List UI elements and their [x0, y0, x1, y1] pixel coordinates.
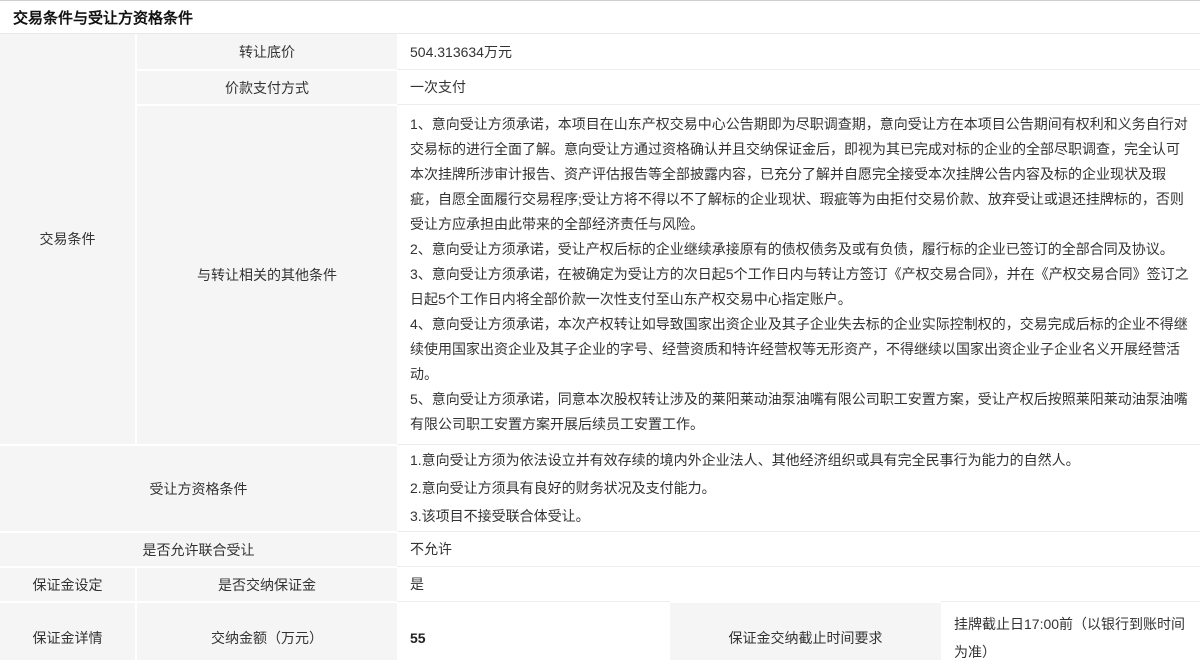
table-row: 受让方资格条件 1.意向受让方须为依法设立并有效存续的境内外企业法人、其他经济组…: [0, 444, 1200, 531]
joint-transfer-label: 是否允许联合受让: [0, 531, 397, 566]
category-trade-conditions: 交易条件: [0, 34, 135, 444]
section-title: 交易条件与受让方资格条件: [0, 1, 1200, 33]
table-row: 与转让相关的其他条件 1、意向受让方须承诺，本项目在山东产权交易中心公告期即为尽…: [0, 104, 1200, 444]
table-row: 保证金设定 是否交纳保证金 是: [0, 566, 1200, 601]
joint-transfer-value: 不允许: [397, 531, 1200, 566]
table-row: 价款支付方式 一次支付: [0, 69, 1200, 104]
deposit-deadline-label: 保证金交纳截止时间要求: [670, 601, 941, 660]
table-row: 是否允许联合受让 不允许: [0, 531, 1200, 566]
floor-price-value: 504.313634万元: [397, 34, 1200, 69]
deposit-amount-label: 交纳金额（万元）: [135, 601, 397, 660]
table-row: 交易条件 转让底价 504.313634万元: [0, 34, 1200, 69]
other-conditions-text: 1、意向受让方须承诺，本项目在山东产权交易中心公告期即为尽职调查期，意向受让方在…: [397, 104, 1200, 444]
table-row: 保证金详情 交纳金额（万元） 55 保证金交纳截止时间要求 挂牌截止日17:00…: [0, 601, 1200, 660]
qualification-text: 1.意向受让方须为依法设立并有效存续的境内外企业法人、其他经济组织或具有完全民事…: [397, 444, 1200, 531]
floor-price-label: 转让底价: [135, 34, 397, 69]
category-deposit-setting: 保证金设定: [0, 566, 135, 601]
deposit-deadline-value: 挂牌截止日17:00前（以银行到账时间为准）: [941, 601, 1200, 660]
qualification-label: 受让方资格条件: [0, 444, 397, 531]
transaction-conditions-panel: 交易条件与受让方资格条件 交易条件 转让底价 504.313634万元 价款支付…: [0, 0, 1200, 660]
conditions-table: 交易条件 转让底价 504.313634万元 价款支付方式 一次支付 与转让相关…: [0, 33, 1200, 660]
deposit-required-value: 是: [397, 566, 1200, 601]
payment-method-label: 价款支付方式: [135, 69, 397, 104]
payment-method-value: 一次支付: [397, 69, 1200, 104]
category-deposit-details: 保证金详情: [0, 601, 135, 660]
other-conditions-label: 与转让相关的其他条件: [135, 104, 397, 444]
deposit-required-label: 是否交纳保证金: [135, 566, 397, 601]
deposit-amount-value: 55: [397, 601, 670, 660]
